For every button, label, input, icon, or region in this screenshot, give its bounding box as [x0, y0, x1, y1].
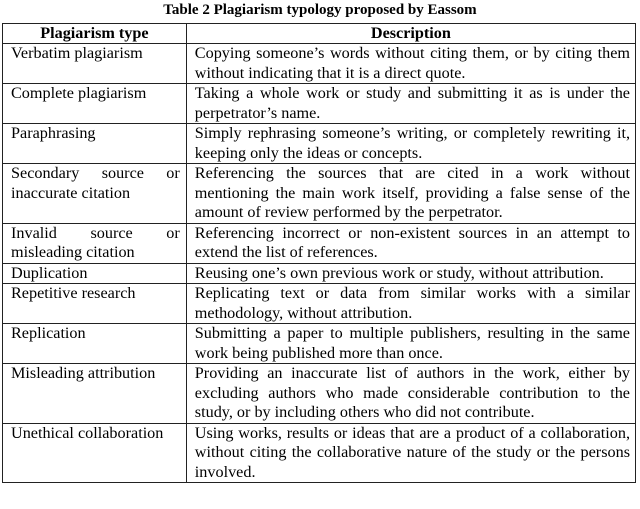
- row-description: Replicating text or data from similar wo…: [185, 283, 637, 324]
- table-row: Unethical collaboration Using works, res…: [2, 422, 637, 483]
- row-type: Paraphrasing: [2, 123, 187, 164]
- row-type: Unethical collaboration: [2, 422, 187, 483]
- row-type: Misleading attribution: [2, 363, 187, 424]
- table-row: Secondary source or inaccurate citation …: [2, 163, 637, 224]
- table-row: Misleading attribution Providing an inac…: [2, 363, 637, 424]
- table-header-row: Plagiarism type Description: [2, 23, 637, 44]
- header-description: Description: [185, 23, 637, 44]
- row-description: Copying someone’s words without citing t…: [185, 43, 637, 84]
- row-type: Secondary source or inaccurate citation: [2, 163, 187, 224]
- row-type: Complete plagiarism: [2, 83, 187, 124]
- row-description: Submitting a paper to multiple publisher…: [185, 323, 637, 364]
- row-type: Duplication: [2, 262, 187, 284]
- table-row: Paraphrasing Simply rephrasing someone’s…: [2, 123, 637, 164]
- row-description: Referencing the sources that are cited i…: [185, 163, 637, 224]
- row-description: Providing an inaccurate list of authors …: [185, 363, 637, 424]
- table-row: Replication Submitting a paper to multip…: [2, 323, 637, 364]
- table-row: Invalid source or misleading citation Re…: [2, 222, 637, 264]
- row-description: Taking a whole work or study and submitt…: [185, 83, 637, 124]
- row-description: Referencing incorrect or non-existent so…: [185, 222, 637, 264]
- plagiarism-typology-table: Plagiarism type Description Verbatim pla…: [2, 23, 637, 483]
- table-row: Verbatim plagiarism Copying someone’s wo…: [2, 43, 637, 84]
- table-row: Complete plagiarism Taking a whole work …: [2, 83, 637, 124]
- row-type: Invalid source or misleading citation: [2, 222, 187, 264]
- table-row: Repetitive research Replicating text or …: [2, 283, 637, 324]
- row-description: Using works, results or ideas that are a…: [185, 422, 637, 483]
- row-description: Simply rephrasing someone’s writing, or …: [185, 123, 637, 164]
- table-row: Duplication Reusing one’s own previous w…: [2, 262, 637, 284]
- header-plagiarism-type: Plagiarism type: [2, 23, 187, 44]
- row-type: Repetitive research: [2, 283, 187, 324]
- row-type: Replication: [2, 323, 187, 364]
- row-type: Verbatim plagiarism: [2, 43, 187, 84]
- table-caption: Table 2 Plagiarism typology proposed by …: [163, 2, 477, 18]
- row-description: Reusing one’s own previous work or study…: [185, 262, 637, 284]
